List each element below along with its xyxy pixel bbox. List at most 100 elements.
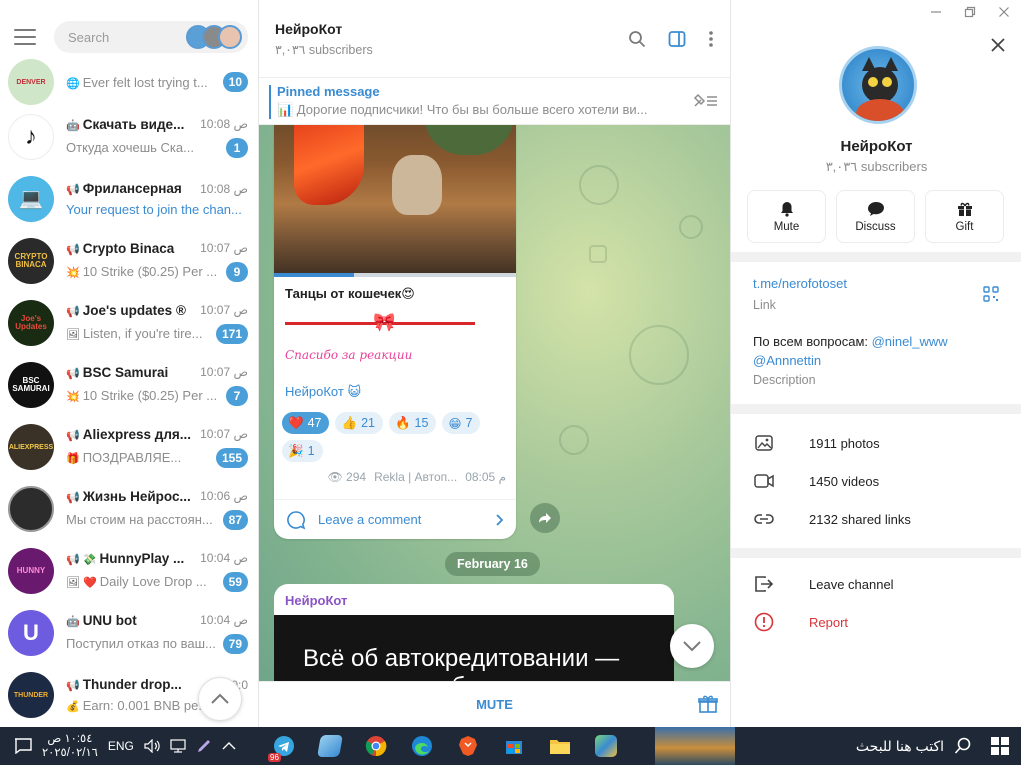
taskbar-widget[interactable] xyxy=(655,727,735,765)
volume-icon[interactable] xyxy=(144,739,160,753)
start-button[interactable] xyxy=(979,727,1021,765)
unread-badge: 155 xyxy=(215,447,248,468)
chevron-up-icon xyxy=(211,693,229,704)
pen-icon[interactable] xyxy=(196,738,212,754)
post-author: Rekla | Автоп... xyxy=(374,470,458,484)
maximize-button[interactable] xyxy=(953,0,987,24)
leave-comment-button[interactable]: Leave a comment xyxy=(274,499,516,539)
network-icon[interactable] xyxy=(170,739,186,753)
gift-icon[interactable] xyxy=(698,694,718,714)
store-app[interactable] xyxy=(496,728,532,764)
unread-badge: 79 xyxy=(222,633,248,654)
channel-title: НейроКот xyxy=(275,20,343,37)
reaction-fire[interactable]: 🔥 15 xyxy=(388,412,437,434)
gift-action-button[interactable]: Gift xyxy=(925,190,1004,243)
close-icon[interactable] xyxy=(991,38,1005,52)
chat-time: 10:04 ص xyxy=(200,613,248,627)
search-placeholder: Search xyxy=(68,29,110,45)
taskbar-search[interactable]: اكتب هنا للبحث xyxy=(760,727,980,765)
comment-icon xyxy=(287,510,306,529)
more-options-icon[interactable] xyxy=(708,30,714,48)
scroll-to-bottom-button[interactable] xyxy=(670,624,714,668)
unread-badge: 9 xyxy=(226,261,248,282)
explorer-app[interactable] xyxy=(542,728,578,764)
profile-subscribers: ٣,٠٣٦ subscribers xyxy=(825,159,928,174)
avatar: BSC SAMURAI xyxy=(8,362,54,408)
channel-header[interactable]: НейроКот ٣,٠٣٦ subscribers xyxy=(259,0,730,78)
chat-name: 🤖 UNU bot xyxy=(66,612,137,628)
sidebar-toggle-icon[interactable] xyxy=(668,30,686,48)
chat-bubble-icon xyxy=(867,201,884,216)
chat-item[interactable]: HUNNY 📢 💸 HunnyPlay ... 10:04 ص 🖼 ❤️ Daily … xyxy=(0,540,258,602)
restore-icon xyxy=(964,6,976,18)
chat-time: 10:06 ص xyxy=(200,489,248,503)
stories-strip[interactable] xyxy=(186,25,242,49)
channel-post[interactable]: НейроКот Всё об автокредитовании — для д… xyxy=(274,584,674,681)
reaction-party[interactable]: 🎉 1 xyxy=(282,440,323,462)
notifications-icon[interactable] xyxy=(14,738,32,754)
chat-item[interactable]: Joe's Updates 📢 Joe's updates ® 10:07 ص 🖼 L… xyxy=(0,292,258,354)
videos-row[interactable]: 1450 videos xyxy=(753,471,879,491)
qr-code-icon[interactable] xyxy=(983,286,999,302)
search-icon[interactable] xyxy=(628,30,646,48)
chevron-up-icon[interactable] xyxy=(222,741,236,751)
story-avatar[interactable] xyxy=(218,25,242,49)
telegram-app[interactable]: 96 xyxy=(266,728,302,764)
shared-links-row[interactable]: 2132 shared links xyxy=(753,509,911,529)
chat-name: 📢 Жизнь Нейрос... xyxy=(66,488,191,504)
taskbar-clock[interactable]: ١٠:٥٤ ص ٢٠٢٥/٠٢/١٦ xyxy=(42,732,98,760)
notes-app[interactable] xyxy=(312,728,348,764)
photos-row[interactable]: 1911 photos xyxy=(753,433,880,453)
chat-item[interactable]: 📢 Жизнь Нейрос... 10:06 ص Мы стоим на расс… xyxy=(0,478,258,540)
minimize-button[interactable] xyxy=(919,0,953,24)
mute-action-button[interactable]: Mute xyxy=(747,190,826,243)
avatar: CRYPTO BINACA xyxy=(8,238,54,284)
post-meta: 👁 294 Rekla | Автоп... 08:05 م xyxy=(274,462,516,484)
language-indicator[interactable]: ENG xyxy=(108,739,134,753)
chat-item[interactable]: ♪ 🤖 Скачать виде... 10:08 ص Откуда хочешь … xyxy=(0,106,258,168)
post-media[interactable] xyxy=(274,125,516,277)
close-icon xyxy=(999,7,1009,17)
brave-app[interactable] xyxy=(450,728,486,764)
edge-app[interactable] xyxy=(404,728,440,764)
close-window-button[interactable] xyxy=(987,0,1021,24)
chat-item[interactable]: U 🤖 UNU bot 10:04 ص Поступил отказ по ваш.… xyxy=(0,602,258,664)
chat-item[interactable]: BSC SAMURAI 📢 BSC Samurai 10:07 ص 💥 10 Stri… xyxy=(0,354,258,416)
chat-preview: 🌐 Ever felt lost trying t... xyxy=(66,74,208,90)
channel-avatar[interactable] xyxy=(839,46,917,124)
reaction-grin[interactable]: 😁 7 xyxy=(442,412,481,434)
scroll-to-top-button[interactable] xyxy=(198,677,242,721)
chat-item[interactable]: ALIEXPRESS 📢 Aliexpress для... 10:07 ص 🎁 ПО… xyxy=(0,416,258,478)
menu-button[interactable] xyxy=(14,29,36,45)
divider xyxy=(731,548,1021,558)
post-signature[interactable]: НейроКот 😺 xyxy=(285,384,505,400)
mention-link[interactable]: @ninel_www xyxy=(872,334,948,349)
channel-post[interactable]: Танцы от кошечек😍 🎀 Спасибо за реакции Н… xyxy=(274,125,516,539)
chat-preview: 🎁 ПОЗДРАВЛЯЕ... xyxy=(66,450,182,465)
pinned-message-bar[interactable]: Pinned message 📊 Дорогие подписчики! Что… xyxy=(259,78,730,125)
mention-link[interactable]: @Annnettin xyxy=(753,353,821,368)
channel-description: По всем вопросам: @ninel_www @Annnettin xyxy=(753,334,948,368)
coin-icon: 💰 xyxy=(66,701,80,713)
channel-link[interactable]: t.me/nerofotoset xyxy=(753,276,847,291)
folder-icon xyxy=(550,740,570,754)
pinned-list-icon[interactable] xyxy=(692,92,718,110)
megaphone-icon: 📢 xyxy=(66,367,80,380)
chat-item[interactable]: 💻 📢 Фрилансерная 10:08 ص Your request to j… xyxy=(0,168,258,230)
report-button[interactable]: Report xyxy=(753,612,848,632)
discuss-action-button[interactable]: Discuss xyxy=(836,190,915,243)
mute-button[interactable]: MUTE xyxy=(476,697,513,712)
chrome-app[interactable] xyxy=(358,728,394,764)
search-input[interactable]: Search xyxy=(54,21,248,53)
post-image[interactable]: Всё об автокредитовании — для дилеров ба… xyxy=(274,615,674,681)
game-app[interactable] xyxy=(588,728,624,764)
forward-button[interactable] xyxy=(530,503,560,533)
leave-channel-button[interactable]: Leave channel xyxy=(753,574,894,594)
chat-name: 📢 BSC Samurai xyxy=(66,364,169,380)
reaction-heart[interactable]: ❤️ 47 xyxy=(282,412,330,434)
reaction-thumbs-up[interactable]: 👍 21 xyxy=(335,412,383,434)
chat-time: 10:07 ص xyxy=(200,365,248,379)
chat-item[interactable]: CRYPTO BINACA 📢 Crypto Binaca 10:07 ص 💥 10 … xyxy=(0,230,258,292)
avatar: 💻 xyxy=(8,176,54,222)
chat-item[interactable]: DENVER 🌐 Ever felt lost trying t... 10 xyxy=(0,58,258,106)
